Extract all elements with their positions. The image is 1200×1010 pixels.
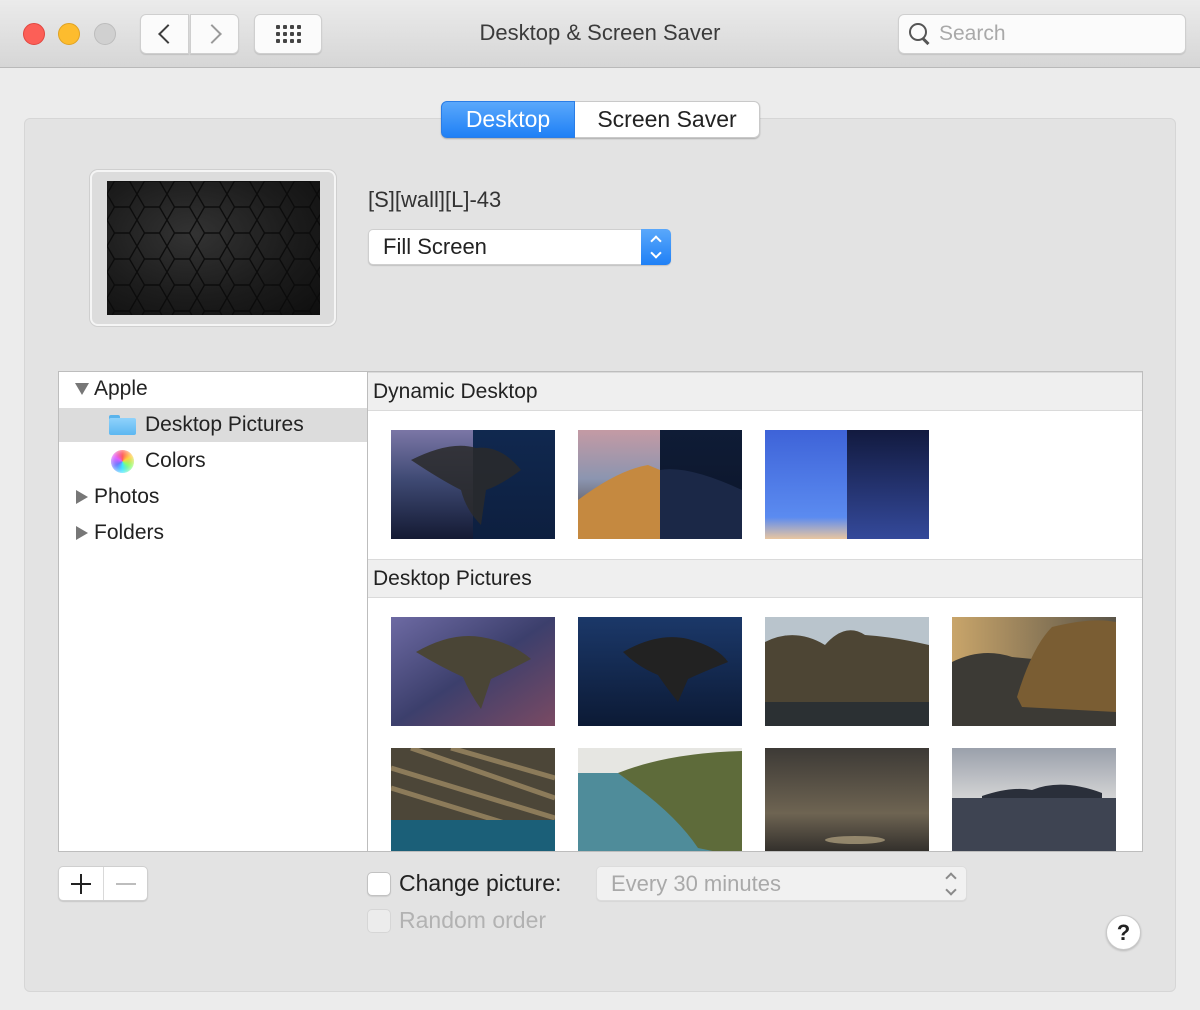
tab-desktop[interactable]: Desktop bbox=[441, 101, 575, 138]
minimize-button[interactable] bbox=[58, 23, 80, 45]
source-list: Apple Desktop Pictures Colors Photos Fol… bbox=[58, 371, 368, 852]
add-remove-buttons bbox=[58, 866, 148, 901]
change-picture-checkbox[interactable] bbox=[367, 872, 391, 896]
sidebar-item-label: Photos bbox=[94, 485, 160, 508]
change-interval-value: Every 30 minutes bbox=[611, 870, 781, 896]
sidebar-item-folders[interactable]: Folders bbox=[59, 516, 367, 550]
change-picture-label: Change picture: bbox=[399, 870, 562, 896]
thumbnail-catalina-cliffs[interactable] bbox=[765, 617, 929, 726]
wallpaper-name: [S][wall][L]-43 bbox=[368, 187, 502, 212]
change-interval-select[interactable]: Every 30 minutes bbox=[596, 866, 967, 901]
add-folder-button[interactable] bbox=[59, 867, 103, 900]
remove-folder-button[interactable] bbox=[102, 867, 147, 900]
search-field[interactable] bbox=[898, 14, 1186, 54]
help-button[interactable]: ? bbox=[1106, 915, 1141, 950]
sidebar-item-label: Folders bbox=[94, 521, 165, 544]
tab-screen-saver[interactable]: Screen Saver bbox=[575, 101, 760, 138]
sidebar-item-apple[interactable]: Apple bbox=[59, 372, 367, 406]
folder-icon bbox=[109, 415, 136, 435]
thumbnail-solar-gradients[interactable] bbox=[765, 430, 929, 539]
zoom-button[interactable] bbox=[94, 23, 116, 45]
random-order-label: Random order bbox=[399, 907, 547, 933]
sidebar-item-label: Colors bbox=[145, 449, 206, 472]
thumbnail-catalina-night[interactable] bbox=[578, 617, 742, 726]
disclosure-right-icon[interactable] bbox=[76, 490, 88, 504]
back-button[interactable] bbox=[140, 14, 189, 54]
search-input[interactable] bbox=[939, 22, 1169, 46]
sidebar-item-photos[interactable]: Photos bbox=[59, 480, 367, 514]
close-button[interactable] bbox=[23, 23, 45, 45]
fit-mode-select[interactable]: Fill Screen bbox=[368, 229, 671, 265]
thumbnail-catalina-sunset-cliff[interactable] bbox=[952, 617, 1116, 726]
color-wheel-icon bbox=[111, 449, 134, 473]
title-bar: Desktop & Screen Saver bbox=[0, 0, 1200, 68]
forward-button[interactable] bbox=[190, 14, 239, 54]
thumbnail-catalina-coastline[interactable] bbox=[578, 748, 742, 851]
random-order-checkbox[interactable] bbox=[367, 909, 391, 933]
sidebar-item-desktop-pictures[interactable]: Desktop Pictures bbox=[59, 408, 367, 442]
thumbnail-catalina-rock-strata[interactable] bbox=[391, 748, 555, 851]
section-header-desktop-pictures: Desktop Pictures bbox=[368, 559, 1142, 598]
sidebar-item-label: Apple bbox=[94, 377, 148, 400]
disclosure-right-icon[interactable] bbox=[76, 526, 88, 540]
disclosure-down-icon[interactable] bbox=[75, 383, 89, 395]
grid-icon bbox=[275, 25, 301, 43]
fit-mode-value: Fill Screen bbox=[383, 234, 487, 259]
hexagon-pattern bbox=[107, 181, 320, 315]
sidebar-item-label: Desktop Pictures bbox=[145, 413, 304, 436]
preferences-window: Desktop & Screen Saver Desktop Screen Sa… bbox=[0, 0, 1200, 1010]
select-stepper-icon bbox=[944, 870, 958, 898]
thumbnail-catalina-dynamic[interactable] bbox=[391, 430, 555, 539]
thumbnail-mojave-dynamic[interactable] bbox=[578, 430, 742, 539]
wallpaper-preview bbox=[90, 170, 336, 326]
chevron-left-icon bbox=[157, 24, 178, 44]
thumbnail-catalina-evening[interactable] bbox=[391, 617, 555, 726]
thumbnail-catalina-clouds-island[interactable] bbox=[952, 748, 1116, 851]
select-stepper-icon bbox=[641, 229, 671, 265]
sidebar-item-colors[interactable]: Colors bbox=[59, 444, 367, 478]
wallpaper-preview-image bbox=[107, 181, 320, 315]
wallpaper-gallery: Dynamic Desktop Desktop Pictures bbox=[367, 371, 1143, 852]
tab-bar: Desktop Screen Saver bbox=[441, 101, 760, 138]
search-icon bbox=[909, 23, 931, 45]
section-header-dynamic-desktop: Dynamic Desktop bbox=[368, 372, 1142, 411]
chevron-right-icon bbox=[201, 24, 222, 44]
thumbnail-catalina-stormy-sea[interactable] bbox=[765, 748, 929, 851]
show-all-button[interactable] bbox=[254, 14, 322, 54]
